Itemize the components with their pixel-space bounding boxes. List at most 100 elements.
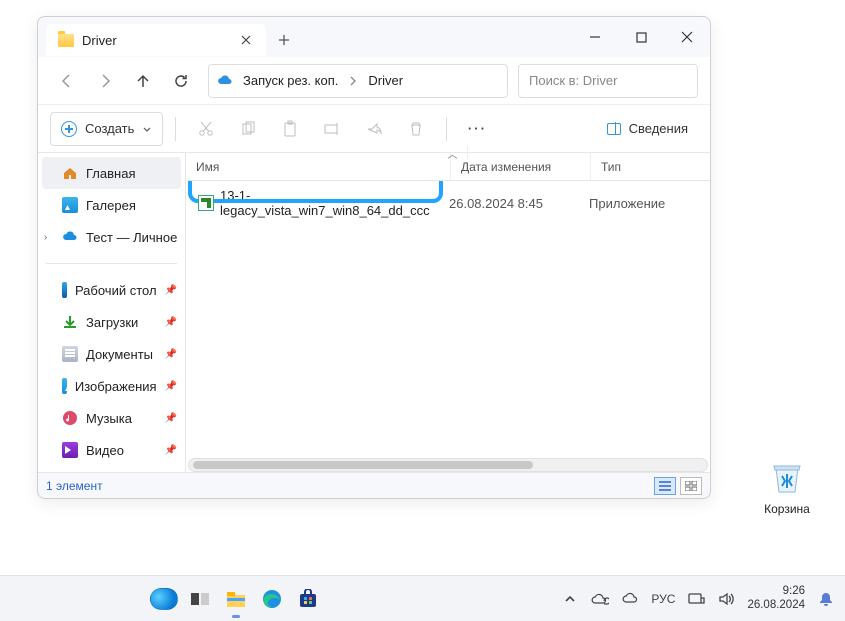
tray-overflow-button[interactable]: [561, 590, 579, 608]
nav-toolbar: Запуск рез. коп. Driver Поиск в: Driver: [38, 57, 710, 105]
details-label: Сведения: [629, 121, 688, 136]
sidebar-item-onedrive[interactable]: › Тест — Личное: [38, 221, 185, 253]
onedrive-icon: [62, 229, 78, 245]
scrollbar-thumb[interactable]: [193, 461, 533, 469]
task-view-button[interactable]: [186, 585, 214, 613]
breadcrumb-current[interactable]: Driver: [362, 69, 409, 92]
notifications-button[interactable]: [817, 590, 835, 608]
pin-icon: 📌: [165, 445, 177, 456]
pin-icon: 📌: [165, 413, 177, 424]
up-button[interactable]: [126, 64, 160, 98]
pictures-icon: [62, 378, 67, 394]
new-tab-button[interactable]: [266, 24, 302, 56]
col-header-type[interactable]: Тип: [591, 153, 710, 180]
tab-title: Driver: [82, 33, 226, 48]
content-pane: ︿ Имя Дата изменения Тип 13-1-legacy_vis…: [186, 153, 710, 472]
maximize-button[interactable]: [618, 17, 664, 57]
tab-close-button[interactable]: [234, 28, 258, 52]
recycle-bin-label: Корзина: [752, 502, 822, 516]
rename-button[interactable]: [314, 112, 350, 146]
share-button[interactable]: [356, 112, 392, 146]
music-icon: [62, 410, 78, 426]
chevron-right-icon[interactable]: ›: [44, 232, 47, 243]
file-row[interactable]: 13-1-legacy_vista_win7_win8_64_dd_ccc 26…: [196, 189, 700, 217]
documents-icon: [62, 346, 78, 362]
minimize-button[interactable]: [572, 17, 618, 57]
chevron-down-icon: [142, 124, 152, 134]
titlebar: Driver: [38, 17, 710, 57]
details-view-button[interactable]: [654, 477, 676, 495]
forward-button[interactable]: [88, 64, 122, 98]
language-indicator[interactable]: РУС: [651, 590, 675, 608]
status-text: 1 элемент: [46, 479, 103, 493]
sidebar-label: Изображения: [75, 379, 157, 394]
col-header-name[interactable]: Имя: [186, 153, 451, 180]
onedrive-sync-icon[interactable]: [621, 590, 639, 608]
pin-icon: 📌: [165, 381, 177, 392]
close-button[interactable]: [664, 17, 710, 57]
downloads-icon: [62, 314, 78, 330]
taskbar-apps: [150, 585, 322, 613]
clock[interactable]: 9:26 26.08.2024: [747, 585, 805, 613]
network-icon[interactable]: [687, 590, 705, 608]
col-header-date[interactable]: Дата изменения: [451, 153, 591, 180]
more-button[interactable]: ···: [459, 112, 495, 146]
create-button[interactable]: Создать: [50, 112, 163, 146]
recycle-bin[interactable]: Корзина: [752, 456, 822, 516]
sidebar-label: Документы: [86, 347, 153, 362]
column-headers: ︿ Имя Дата изменения Тип: [186, 153, 710, 181]
cut-button[interactable]: [188, 112, 224, 146]
onedrive-tray-icon[interactable]: [591, 590, 609, 608]
edge-taskbar-button[interactable]: [258, 585, 286, 613]
volume-icon[interactable]: [717, 590, 735, 608]
window-tab[interactable]: Driver: [46, 24, 266, 56]
videos-icon: [62, 442, 78, 458]
details-pane-button[interactable]: Сведения: [597, 112, 698, 146]
sidebar-item-gallery[interactable]: Галерея: [38, 189, 185, 221]
sidebar-label: Загрузки: [86, 315, 138, 330]
icons-view-button[interactable]: [680, 477, 702, 495]
chevron-right-icon: [348, 76, 358, 86]
refresh-button[interactable]: [164, 64, 198, 98]
file-date: 26.08.2024 8:45: [449, 196, 589, 211]
sidebar-label: Рабочий стол: [75, 283, 157, 298]
sidebar-label: Музыка: [86, 411, 132, 426]
sidebar-item-downloads[interactable]: Загрузки 📌: [38, 306, 185, 338]
command-bar: Создать ··· Сведения: [38, 105, 710, 153]
file-explorer-taskbar-button[interactable]: [222, 585, 250, 613]
copy-button[interactable]: [230, 112, 266, 146]
sidebar-item-home[interactable]: Главная: [42, 157, 181, 189]
desktop-icon: [62, 282, 67, 298]
store-taskbar-button[interactable]: [294, 585, 322, 613]
paste-button[interactable]: [272, 112, 308, 146]
file-name: 13-1-legacy_vista_win7_win8_64_dd_ccc: [216, 188, 449, 218]
onedrive-icon: [217, 73, 233, 89]
chevron-up-icon[interactable]: ︿: [428, 146, 468, 160]
sidebar-item-documents[interactable]: Документы 📌: [38, 338, 185, 370]
breadcrumb-root[interactable]: Запуск рез. коп.: [237, 69, 344, 92]
sidebar-item-pictures[interactable]: Изображения 📌: [38, 370, 185, 402]
search-input[interactable]: Поиск в: Driver: [518, 64, 698, 98]
file-type: Приложение: [589, 196, 700, 211]
plus-icon: [61, 121, 77, 137]
sidebar-item-desktop[interactable]: Рабочий стол 📌: [38, 274, 185, 306]
recycle-bin-icon: [766, 456, 808, 498]
horizontal-scrollbar[interactable]: [188, 458, 708, 472]
sidebar-item-videos[interactable]: Видео 📌: [38, 434, 185, 466]
file-explorer-window: Driver Запуск рез. коп.: [37, 16, 711, 499]
sidebar-item-music[interactable]: Музыка 📌: [38, 402, 185, 434]
date: 26.08.2024: [747, 599, 805, 613]
delete-button[interactable]: [398, 112, 434, 146]
app-icon: [196, 195, 216, 211]
address-bar[interactable]: Запуск рез. коп. Driver: [208, 64, 508, 98]
sidebar-label: Видео: [86, 443, 124, 458]
file-list[interactable]: 13-1-legacy_vista_win7_win8_64_dd_ccc 26…: [186, 181, 710, 458]
pin-icon: 📌: [165, 285, 177, 296]
explorer-body: Главная Галерея › Тест — Личное Рабочий …: [38, 153, 710, 472]
back-button[interactable]: [50, 64, 84, 98]
gallery-icon: [62, 197, 78, 213]
sidebar-label: Главная: [86, 166, 135, 181]
folder-icon: [58, 34, 74, 47]
start-button[interactable]: [150, 585, 178, 613]
status-bar: 1 элемент: [38, 472, 710, 498]
